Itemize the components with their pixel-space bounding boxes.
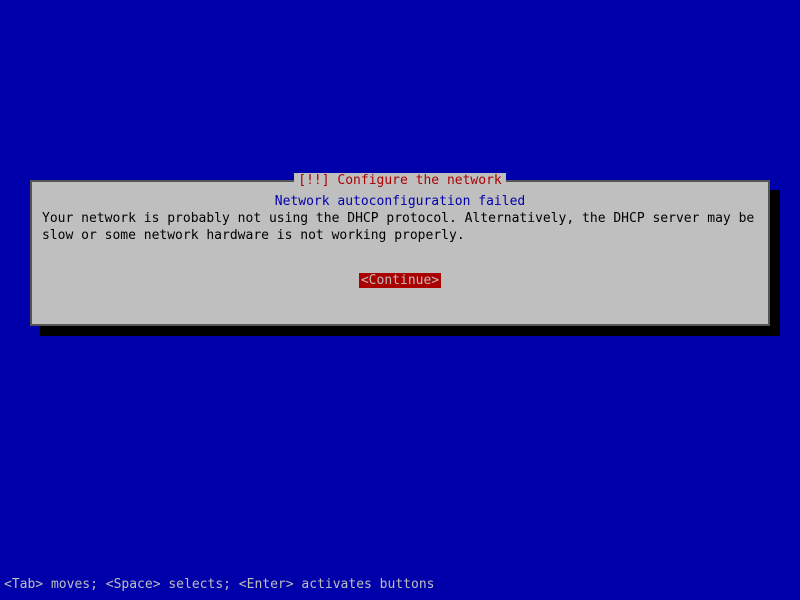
dialog-title-bar: [!!] Configure the network: [32, 173, 768, 188]
dialog-title: [!!] Configure the network: [294, 173, 506, 188]
error-body: Your network is probably not using the D…: [42, 211, 758, 245]
dialog-content: Network autoconfiguration failed Your ne…: [32, 182, 768, 288]
button-row: <Continue>: [42, 273, 758, 288]
error-heading: Network autoconfiguration failed: [42, 194, 758, 209]
continue-button[interactable]: <Continue>: [359, 273, 441, 288]
footer-help-text: <Tab> moves; <Space> selects; <Enter> ac…: [4, 577, 434, 592]
dialog-box: [!!] Configure the network Network autoc…: [30, 180, 770, 326]
